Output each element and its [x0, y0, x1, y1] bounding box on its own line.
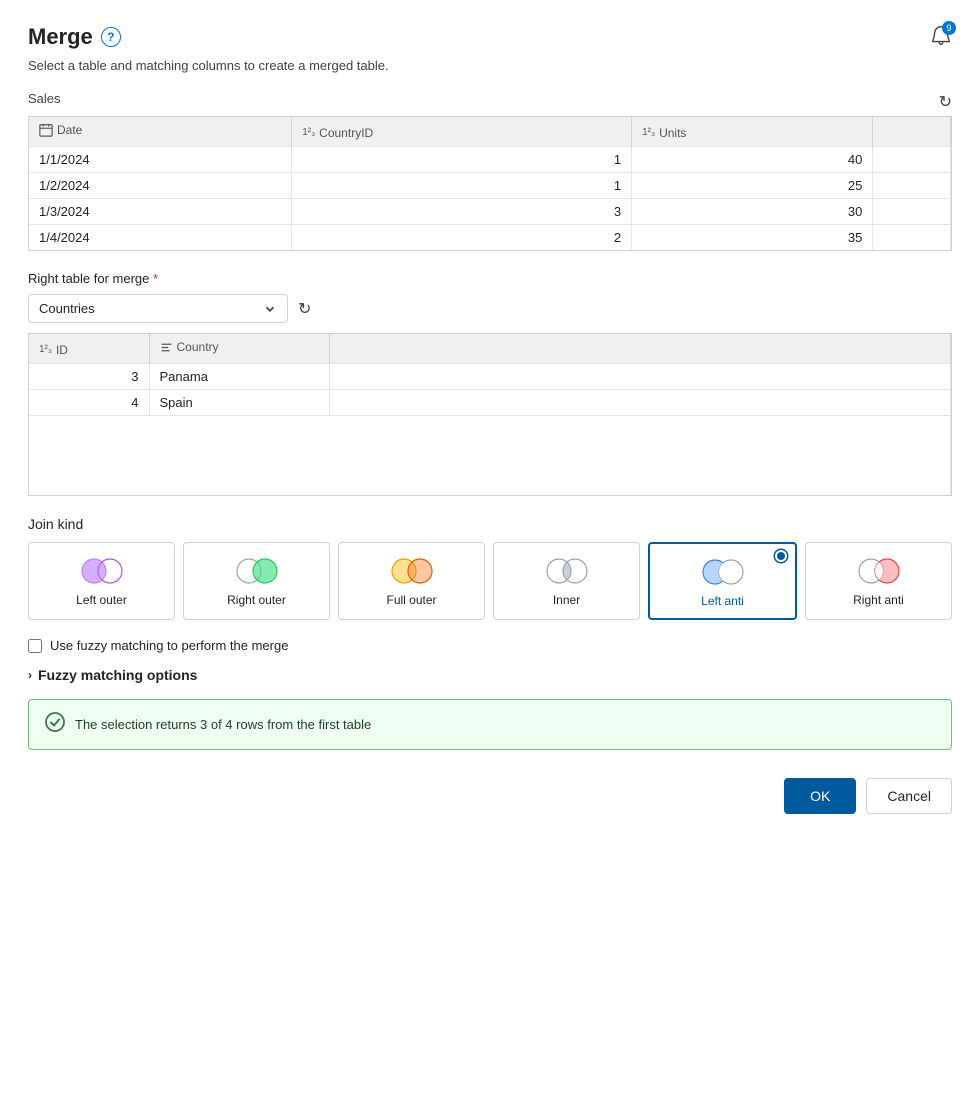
empty-rows: [29, 415, 951, 495]
ok-button[interactable]: OK: [784, 778, 856, 814]
sales-table: Date 1²₃ CountryID 1²₃ Units 1/1/2024140…: [28, 116, 952, 251]
dropdown-value: Countries: [39, 301, 95, 316]
sales-col-empty: [873, 117, 951, 147]
table-row: 1/3/2024330: [29, 199, 951, 225]
join-option-inner-label: Inner: [553, 593, 580, 607]
join-option-right-anti[interactable]: Right anti: [805, 542, 952, 620]
join-kind-label: Join kind: [28, 516, 952, 532]
sales-col-units: 1²₃ Units: [632, 117, 873, 147]
full-outer-venn: [388, 557, 436, 585]
cancel-button[interactable]: Cancel: [866, 778, 952, 814]
notification-button[interactable]: 9: [930, 25, 952, 50]
table-row: 1/4/2024235: [29, 225, 951, 251]
required-indicator: *: [153, 271, 158, 286]
success-icon: [45, 712, 65, 737]
right-table-label: Right table for merge *: [28, 271, 952, 286]
sales-table-label: Sales: [28, 91, 61, 106]
subtitle: Select a table and matching columns to c…: [28, 58, 952, 73]
footer-buttons: OK Cancel: [28, 778, 952, 814]
join-option-left-outer-label: Left outer: [76, 593, 127, 607]
left-anti-venn: [699, 558, 747, 586]
countries-col-id: 1²₃ ID: [29, 334, 149, 363]
join-options: Left outer Right outer Full outer: [28, 542, 952, 620]
notification-badge: 9: [942, 21, 956, 35]
join-option-left-anti[interactable]: Left anti: [648, 542, 797, 620]
table-row: 4 Spain: [29, 389, 951, 415]
result-banner: The selection returns 3 of 4 rows from t…: [28, 699, 952, 750]
join-option-right-outer[interactable]: Right outer: [183, 542, 330, 620]
right-anti-venn: [855, 557, 903, 585]
join-option-full-outer-label: Full outer: [386, 593, 436, 607]
join-option-full-outer[interactable]: Full outer: [338, 542, 485, 620]
right-table-dropdown[interactable]: Countries: [28, 294, 288, 323]
countries-col-empty: [329, 334, 951, 363]
fuzzy-options-toggle[interactable]: › Fuzzy matching options: [28, 667, 952, 683]
inner-venn: [543, 557, 591, 585]
join-option-right-outer-label: Right outer: [227, 593, 286, 607]
join-option-left-outer[interactable]: Left outer: [28, 542, 175, 620]
table-row: 3 Panama: [29, 363, 951, 389]
sales-col-date: Date: [29, 117, 292, 147]
table-row: 1/2/2024125: [29, 173, 951, 199]
page-title: Merge: [28, 24, 93, 50]
fuzzy-options-label: Fuzzy matching options: [38, 667, 197, 683]
sales-refresh-button[interactable]: ↻: [939, 92, 952, 112]
fuzzy-checkbox-label[interactable]: Use fuzzy matching to perform the merge: [50, 638, 288, 653]
fuzzy-checkbox[interactable]: [28, 639, 42, 653]
join-option-inner[interactable]: Inner: [493, 542, 640, 620]
right-outer-venn: [233, 557, 281, 585]
join-option-right-anti-label: Right anti: [853, 593, 904, 607]
left-outer-venn: [78, 557, 126, 585]
help-icon[interactable]: ?: [101, 27, 121, 47]
countries-col-country: Country: [149, 334, 329, 363]
result-message: The selection returns 3 of 4 rows from t…: [75, 717, 371, 732]
fuzzy-matching-row: Use fuzzy matching to perform the merge: [28, 638, 952, 653]
table-row: 1/1/2024140: [29, 147, 951, 173]
sales-col-countryid: 1²₃ CountryID: [292, 117, 632, 147]
countries-table: 1²₃ ID Country 3 Pa: [28, 333, 952, 496]
selected-indicator: [775, 550, 787, 562]
chevron-right-icon: ›: [28, 668, 32, 682]
right-table-refresh-button[interactable]: ↻: [298, 299, 311, 319]
join-option-left-anti-label: Left anti: [701, 594, 744, 608]
